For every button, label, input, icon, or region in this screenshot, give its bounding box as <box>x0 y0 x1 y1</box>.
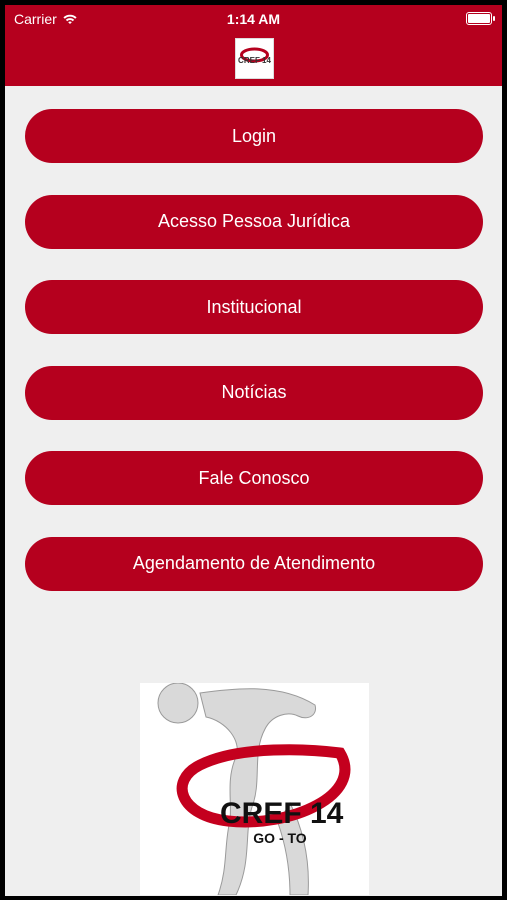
svg-text:CREF 14: CREF 14 <box>238 56 271 65</box>
login-button[interactable]: Login <box>25 109 483 163</box>
fale-conosco-button[interactable]: Fale Conosco <box>25 451 483 505</box>
logo-title: CREF 14 <box>220 797 344 830</box>
noticias-button[interactable]: Notícias <box>25 365 483 420</box>
status-bar: Carrier 1:14 AM <box>5 5 502 31</box>
cref-logo: CREF 14 GO - TO <box>140 682 369 896</box>
agendamento-button[interactable]: Agendamento de Atendimento <box>25 536 483 591</box>
main-menu: Login Acesso Pessoa Jurídica Institucion… <box>25 109 483 622</box>
logo-subtitle: GO - TO <box>253 830 307 846</box>
institucional-button[interactable]: Institucional <box>25 280 483 334</box>
navigation-bar: Carrier 1:14 AM CREF 14 <box>5 5 502 86</box>
app-screen: Carrier 1:14 AM CREF 14 Login Acesso Pes… <box>5 5 502 896</box>
status-time: 1:14 AM <box>226 11 281 27</box>
acesso-pessoa-juridica-button[interactable]: Acesso Pessoa Jurídica <box>25 194 483 249</box>
battery-icon <box>466 12 495 25</box>
header-logo: CREF 14 <box>235 38 274 79</box>
